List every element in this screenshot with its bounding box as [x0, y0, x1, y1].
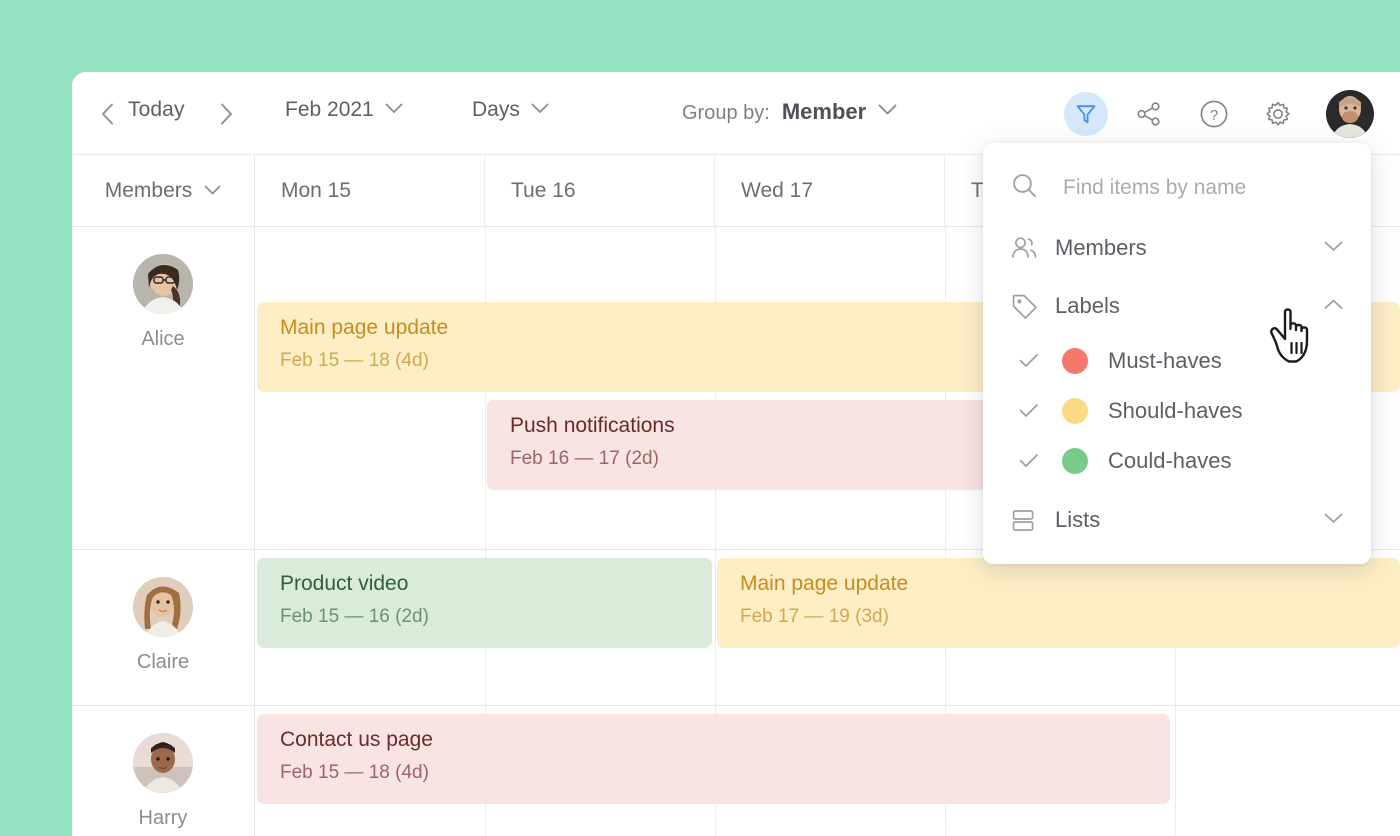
chevron-right-icon	[220, 103, 233, 125]
settings-button[interactable]	[1256, 92, 1300, 136]
user-avatar[interactable]	[1326, 90, 1374, 138]
chevron-down-icon	[878, 103, 897, 121]
avatar-image	[133, 577, 193, 637]
label-name: Should-haves	[1108, 398, 1243, 424]
task-dates: Feb 17 — 19 (3d)	[740, 606, 1400, 628]
member-name: Harry	[139, 807, 188, 830]
chevron-up-icon	[1324, 297, 1343, 315]
month-selector[interactable]: Feb 2021	[285, 98, 403, 122]
member-name: Alice	[141, 328, 184, 351]
filter-label-must-haves[interactable]: Must-haves	[983, 336, 1371, 386]
search-icon	[1011, 172, 1038, 204]
app-window: Today Feb 2021 Days Group by:	[72, 72, 1400, 836]
help-button[interactable]: ?	[1192, 92, 1236, 136]
lists-icon	[1011, 508, 1045, 533]
check-icon	[1019, 353, 1045, 369]
task-title: Main page update	[740, 572, 1400, 595]
task-title: Contact us page	[280, 728, 1170, 751]
avatar-image	[1326, 90, 1374, 138]
filter-section-label: Labels	[1055, 293, 1120, 319]
share-button[interactable]	[1127, 92, 1171, 136]
label-color-swatch	[1062, 448, 1088, 474]
group-by-label: Group by:	[682, 102, 770, 125]
day-column-header-1: Tue 16	[485, 155, 715, 226]
prev-period-button[interactable]	[94, 99, 120, 129]
filter-panel: Members Labels	[983, 143, 1371, 564]
task-title: Product video	[280, 572, 712, 595]
filter-section-lists[interactable]: Lists	[983, 491, 1371, 549]
chevron-down-icon	[1324, 239, 1343, 257]
range-label: Days	[472, 98, 520, 122]
label-name: Could-haves	[1108, 448, 1232, 474]
check-icon	[1019, 403, 1045, 419]
help-icon: ?	[1199, 99, 1229, 129]
members-icon	[1011, 236, 1045, 260]
members-column-header[interactable]: Members	[72, 155, 255, 226]
today-button[interactable]: Today	[128, 98, 185, 122]
search-input[interactable]	[1061, 175, 1345, 201]
members-header-label: Members	[105, 179, 193, 203]
share-icon	[1136, 101, 1162, 127]
chevron-left-icon	[101, 103, 114, 125]
group-by-control: Group by: Member	[682, 99, 897, 125]
chevron-down-icon	[204, 182, 221, 200]
filter-section-label: Lists	[1055, 507, 1100, 533]
avatar	[133, 577, 193, 637]
chevron-down-icon	[385, 101, 403, 119]
gear-icon	[1264, 100, 1292, 128]
day-column-header-2: Wed 17	[715, 155, 945, 226]
month-label: Feb 2021	[285, 98, 374, 122]
member-row-alice[interactable]: Alice	[72, 227, 255, 550]
filter-label-could-haves[interactable]: Could-haves	[983, 436, 1371, 486]
avatar	[133, 254, 193, 314]
member-row-claire[interactable]: Claire	[72, 550, 255, 706]
filter-section-label: Members	[1055, 235, 1147, 261]
label-name: Must-haves	[1108, 348, 1222, 374]
tag-icon	[1011, 293, 1045, 319]
group-by-value: Member	[782, 99, 866, 125]
check-icon	[1019, 453, 1045, 469]
svg-text:?: ?	[1210, 107, 1218, 124]
filter-section-labels[interactable]: Labels	[983, 277, 1371, 335]
group-by-selector[interactable]: Member	[782, 99, 897, 125]
avatar	[133, 733, 193, 793]
avatar-image	[133, 254, 193, 314]
member-row-harry[interactable]: Harry	[72, 706, 255, 836]
task-card[interactable]: Main page update Feb 17 — 19 (3d)	[717, 558, 1400, 648]
filter-button[interactable]	[1064, 92, 1108, 136]
filter-icon	[1074, 102, 1098, 126]
label-color-swatch	[1062, 398, 1088, 424]
avatar-image	[133, 733, 193, 793]
task-card[interactable]: Contact us page Feb 15 — 18 (4d)	[257, 714, 1170, 804]
next-period-button[interactable]	[213, 99, 239, 129]
range-selector[interactable]: Days	[472, 98, 549, 122]
label-color-swatch	[1062, 348, 1088, 374]
task-card[interactable]: Product video Feb 15 — 16 (2d)	[257, 558, 712, 648]
task-dates: Feb 15 — 16 (2d)	[280, 606, 712, 628]
task-dates: Feb 15 — 18 (4d)	[280, 762, 1170, 784]
chevron-down-icon	[1324, 511, 1343, 529]
filter-section-members[interactable]: Members	[983, 219, 1371, 277]
day-column-header-0: Mon 15	[255, 155, 485, 226]
chevron-down-icon	[531, 101, 549, 119]
member-name: Claire	[137, 651, 189, 674]
filter-label-should-haves[interactable]: Should-haves	[983, 386, 1371, 436]
